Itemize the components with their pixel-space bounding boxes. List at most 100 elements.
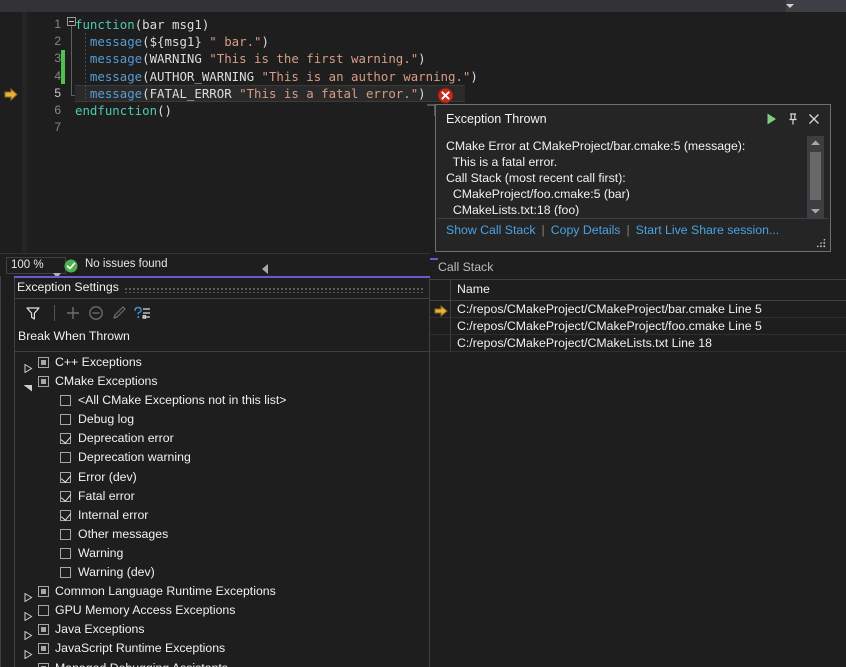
issues-status[interactable]: No issues found [85,258,167,270]
exception-label: Fatal error [78,487,135,506]
exception-message-line: CMake Error at CMakeProject/bar.cmake:5 … [446,138,801,154]
chevron-down-icon[interactable] [782,1,798,11]
line-number: 5 [27,85,61,102]
code-line[interactable]: 2 message(${msg1} " bar.") [27,33,846,50]
call-stack-row[interactable]: C:/repos/CMakeProject/CMakeLists.txt Lin… [430,335,846,352]
line-number: 2 [27,33,61,50]
exception-checkbox[interactable] [38,663,49,667]
exception-checkbox[interactable] [38,586,49,597]
error-circle-icon[interactable] [437,87,454,104]
exception-checkbox[interactable] [60,548,71,559]
exception-checkbox[interactable] [60,567,71,578]
exception-settings-title-bar[interactable]: Exception Settings [14,279,429,298]
line-number: 7 [27,119,61,136]
scroll-up-arrow-icon[interactable] [807,136,824,150]
exception-popup-link[interactable]: Show Call Stack [446,223,536,237]
exception-tree-row[interactable]: Deprecation warning [14,448,429,467]
call-stack-frame-label: C:/repos/CMakeProject/CMakeLists.txt Lin… [457,336,712,350]
exception-tree-row[interactable]: Debug log [14,410,429,429]
exception-popup-scrollbar[interactable] [807,136,824,218]
editor-indicator-margin[interactable] [0,12,22,253]
call-stack-row[interactable]: C:/repos/CMakeProject/CMakeProject/foo.c… [430,318,846,335]
code-line[interactable]: 3 message(WARNING "This is the first war… [27,50,846,67]
exception-tree-row[interactable]: Fatal error [14,487,429,506]
call-stack-column-headers[interactable]: Name [430,280,846,300]
column-header-break-when-thrown: Break When Thrown [18,329,130,343]
exception-popup-link[interactable]: Start Live Share session... [636,223,780,237]
code-text: endfunction() [75,102,172,119]
exception-tree-row[interactable]: Warning [14,544,429,563]
exception-tree-row[interactable]: Other messages [14,525,429,544]
exception-checkbox[interactable] [38,357,49,368]
exception-tree-row[interactable]: Error (dev) [14,468,429,487]
twisty-collapsed-icon[interactable] [23,359,33,368]
exception-tree-row[interactable]: GPU Memory Access Exceptions [14,601,429,620]
row-separator [430,351,846,352]
call-stack-row[interactable]: C:/repos/CMakeProject/CMakeProject/bar.c… [430,301,846,318]
exception-tree-row[interactable]: JavaScript Runtime Exceptions [14,639,429,658]
code-token: (FATAL_ERROR [142,86,239,101]
pane-drag-handle[interactable] [124,287,423,293]
show-columns-icon[interactable] [131,303,153,323]
twisty-collapsed-icon[interactable] [23,645,33,654]
code-token: "This is a fatal error." [239,86,418,101]
call-stack-column-name[interactable]: Name [451,282,490,296]
exception-checkbox[interactable] [60,414,71,425]
exception-popup-divider [437,218,829,219]
exception-tree-row[interactable]: Common Language Runtime Exceptions [14,582,429,601]
filter-icon[interactable] [22,303,44,323]
exception-settings-toolbar [14,299,429,326]
line-number: 3 [27,50,61,67]
exception-thrown-popup[interactable]: Exception Thrown CMake Error at CMakePro… [435,104,831,252]
exception-tree-row[interactable]: Warning (dev) [14,563,429,582]
exception-popup-link[interactable]: Copy Details [551,223,621,237]
exception-tree-row[interactable]: Managed Debugging Assistants [14,659,429,667]
line-number: 4 [27,68,61,85]
line-number: 6 [27,102,61,119]
execution-pointer-arrow-icon [4,88,18,101]
code-token: endfunction [75,103,157,118]
code-text: message(WARNING "This is the first warni… [75,50,426,67]
zoom-level-value: 100 % [11,259,44,271]
exception-tree-row[interactable]: <All CMake Exceptions not in this list> [14,391,429,410]
twisty-collapsed-icon[interactable] [23,626,33,635]
exception-checkbox[interactable] [38,605,49,616]
play-icon[interactable] [762,110,780,128]
indent-guide [85,33,86,102]
exception-tree-row[interactable]: Deprecation error [14,429,429,448]
twisty-collapsed-icon[interactable] [23,607,33,616]
close-icon[interactable] [805,110,823,128]
exception-checkbox[interactable] [38,376,49,387]
pin-icon[interactable] [784,110,802,128]
exception-popup-links[interactable]: Show Call Stack|Copy Details|Start Live … [446,223,779,237]
exception-checkbox[interactable] [60,452,71,463]
exception-label: Warning (dev) [78,563,155,582]
exception-checkbox[interactable] [38,624,49,635]
exception-tree-row[interactable]: Internal error [14,506,429,525]
exception-checkbox[interactable] [38,643,49,654]
current-frame-arrow-icon [434,304,448,316]
exception-tree[interactable]: C++ ExceptionsCMake Exceptions<All CMake… [14,353,429,667]
exception-checkbox[interactable] [60,491,71,502]
exception-tree-row[interactable]: CMake Exceptions [14,372,429,391]
code-token: ) [470,69,477,84]
exception-label: Warning [78,544,123,563]
twisty-collapsed-icon[interactable] [23,588,33,597]
exception-checkbox[interactable] [60,529,71,540]
exception-checkbox[interactable] [60,433,71,444]
scroll-down-arrow-icon[interactable] [807,204,824,218]
exception-label: Managed Debugging Assistants [55,659,228,667]
code-line[interactable]: 4 message(AUTHOR_WARNING "This is an aut… [27,68,846,85]
twisty-expanded-icon[interactable] [23,378,33,387]
exception-checkbox[interactable] [60,472,71,483]
scrollbar-thumb[interactable] [810,152,821,200]
exception-tree-row[interactable]: C++ Exceptions [14,353,429,372]
code-line[interactable]: 1function(bar msg1) [27,16,846,33]
exception-checkbox[interactable] [60,510,71,521]
zoom-level-select[interactable]: 100 % [6,257,66,274]
exception-checkbox[interactable] [60,395,71,406]
resize-grip-icon[interactable] [816,238,826,248]
exception-tree-row[interactable]: Java Exceptions [14,620,429,639]
code-token: ) [262,34,269,49]
code-token: ) [418,86,425,101]
